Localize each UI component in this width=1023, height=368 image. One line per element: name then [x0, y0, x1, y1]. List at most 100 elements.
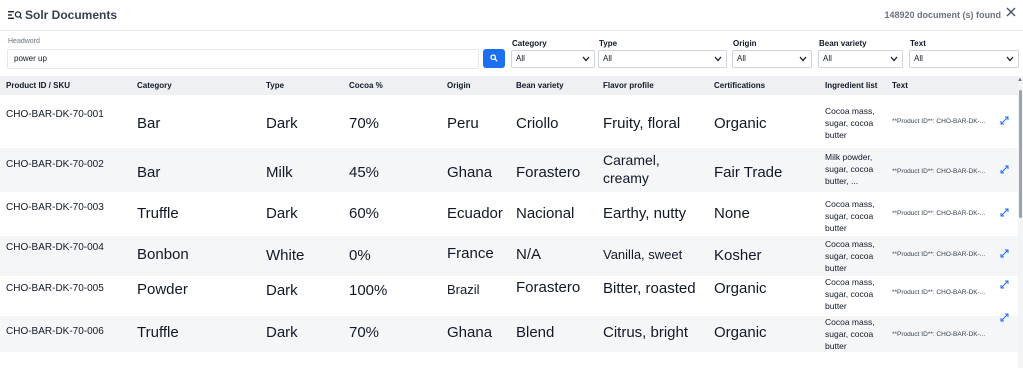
chevron-down-icon: [582, 56, 590, 62]
expand-icon[interactable]: [1000, 249, 1009, 258]
table-row[interactable]: CHO-BAR-DK-70-004 Bonbon White 0% France…: [0, 236, 1018, 276]
cell-type: Milk: [266, 164, 293, 181]
cell-origin: Brazil: [447, 282, 480, 297]
cell-flavor: Caramel, creamy: [603, 152, 660, 186]
table-row[interactable]: CHO-BAR-DK-70-002 Bar Milk 45% Ghana For…: [0, 148, 1018, 192]
cell-category: Bar: [137, 164, 161, 181]
text-select[interactable]: All: [909, 50, 1019, 68]
cell-origin: Ecuador: [447, 205, 503, 222]
table-row[interactable]: CHO-BAR-DK-70-006 Truffle Dark 70% Ghana…: [0, 313, 1018, 352]
cell-ingredients: Cocoa mass, sugar, cocoa butter: [825, 239, 875, 273]
cell-cocoa: 100%: [349, 282, 388, 299]
expand-icon[interactable]: [1000, 280, 1009, 289]
cell-type: Dark: [266, 205, 298, 222]
cell-category: Powder: [137, 281, 188, 298]
chevron-down-icon: [1006, 56, 1014, 62]
cell-text: **Product ID**: CHO-BAR-DK-...: [892, 251, 986, 258]
title-bar: Solr Documents 148920 document (s) found: [0, 0, 1023, 31]
type-select-value: All: [603, 54, 612, 63]
cell-origin: Ghana: [447, 324, 493, 341]
type-select[interactable]: All: [598, 50, 727, 68]
expand-icon[interactable]: [1000, 313, 1009, 322]
cell-ingredients: Cocoa mass, sugar, cocoa butter: [825, 317, 875, 351]
cell-bean: N/A: [516, 246, 542, 263]
cell-flavor: Fruity, floral: [603, 115, 681, 132]
column-header-cocoa[interactable]: Cocoa %: [349, 81, 383, 90]
table-row[interactable]: CHO-BAR-DK-70-005 Powder Dark 100% Brazi…: [0, 276, 1018, 316]
cell-bean: Blend: [516, 324, 555, 341]
expand-icon[interactable]: [1000, 165, 1009, 174]
cell-ingredients: Milk powder, sugar, cocoa butter, ...: [825, 152, 874, 186]
cell-sku: CHO-BAR-DK-70-006: [6, 326, 104, 337]
cell-certification: Organic: [714, 115, 767, 132]
text-select-value: All: [914, 54, 923, 63]
expand-icon[interactable]: [1000, 208, 1009, 217]
cell-origin: Peru: [447, 115, 479, 132]
chevron-down-icon: [890, 56, 898, 62]
column-header-text[interactable]: Text: [892, 81, 908, 90]
cell-category: Truffle: [137, 205, 179, 222]
cell-text: **Product ID**: CHO-BAR-DK-...: [892, 168, 986, 175]
scroll-up-arrow-icon[interactable]: ▲: [1017, 77, 1023, 83]
category-filter-label: Category: [512, 39, 547, 48]
origin-filter-label: Origin: [733, 39, 757, 48]
column-header-flavor[interactable]: Flavor profile: [603, 81, 654, 90]
column-header-sku[interactable]: Product ID / SKU: [6, 81, 70, 90]
cell-flavor: Bitter, roasted: [603, 280, 696, 297]
cell-sku: CHO-BAR-DK-70-005: [6, 283, 104, 294]
cell-cocoa: 70%: [349, 324, 380, 341]
cell-ingredients: Cocoa mass, sugar, cocoa butter: [825, 199, 875, 233]
cell-text: **Product ID**: CHO-BAR-DK-...: [892, 289, 986, 296]
scrollbar-thumb[interactable]: [1019, 90, 1022, 218]
cell-bean: Forastero: [516, 279, 581, 296]
chevron-down-icon: [799, 56, 807, 62]
cell-category: Bonbon: [137, 246, 189, 263]
table-row[interactable]: CHO-BAR-DK-70-003 Truffle Dark 60% Ecuad…: [0, 192, 1018, 236]
cell-category: Truffle: [137, 324, 179, 341]
cell-type: White: [266, 247, 305, 264]
origin-select-value: All: [737, 54, 746, 63]
search-button[interactable]: [483, 49, 505, 68]
cell-cocoa: 60%: [349, 205, 380, 222]
category-select-value: All: [516, 54, 525, 63]
cell-bean: Nacional: [516, 205, 575, 222]
cell-flavor: Vanilla, sweet: [603, 247, 683, 262]
cell-cocoa: 45%: [349, 164, 380, 181]
cell-bean: Criollo: [516, 115, 559, 132]
cell-text: **Product ID**: CHO-BAR-DK-...: [892, 331, 986, 338]
cell-certification: Kosher: [714, 247, 762, 264]
column-header-ingredients[interactable]: Ingredient list: [825, 81, 877, 90]
cell-category: Bar: [137, 115, 161, 132]
headword-label: Headword: [8, 38, 40, 45]
bean-variety-select[interactable]: All: [818, 50, 903, 68]
table-header: Product ID / SKU Category Type Cocoa % O…: [0, 76, 1018, 95]
chevron-down-icon: [714, 56, 722, 62]
table-row[interactable]: CHO-BAR-DK-70-001 Bar Dark 70% Peru Crio…: [0, 95, 1018, 148]
cell-flavor: Citrus, bright: [603, 324, 689, 341]
cell-origin: Ghana: [447, 164, 493, 181]
origin-select[interactable]: All: [732, 50, 812, 68]
cell-cocoa: 0%: [349, 247, 371, 264]
cell-certification: None: [714, 205, 750, 222]
type-filter-label: Type: [599, 39, 618, 48]
column-header-category[interactable]: Category: [137, 81, 172, 90]
close-icon[interactable]: [1005, 6, 1017, 18]
column-header-type[interactable]: Type: [266, 81, 284, 90]
cell-origin: France: [447, 245, 494, 262]
headword-input[interactable]: power up: [7, 49, 479, 69]
list-search-icon: [8, 11, 22, 20]
cell-flavor: Earthy, nutty: [603, 205, 687, 222]
cell-type: Dark: [266, 115, 298, 132]
text-filter-label: Text: [910, 39, 926, 48]
cell-certification: Organic: [714, 280, 767, 297]
document-count: 148920 document (s) found: [884, 10, 1001, 20]
bean-select-value: All: [823, 54, 832, 63]
column-header-origin[interactable]: Origin: [447, 81, 471, 90]
expand-icon[interactable]: [1000, 116, 1009, 125]
bean-filter-label: Bean variety: [819, 39, 867, 48]
column-header-bean[interactable]: Bean variety: [516, 81, 564, 90]
cell-sku: CHO-BAR-DK-70-001: [6, 109, 104, 120]
cell-ingredients: Cocoa mass, sugar, cocoa butter: [825, 106, 875, 140]
column-header-certifications[interactable]: Certifications: [714, 81, 765, 90]
category-select[interactable]: All: [511, 50, 595, 68]
